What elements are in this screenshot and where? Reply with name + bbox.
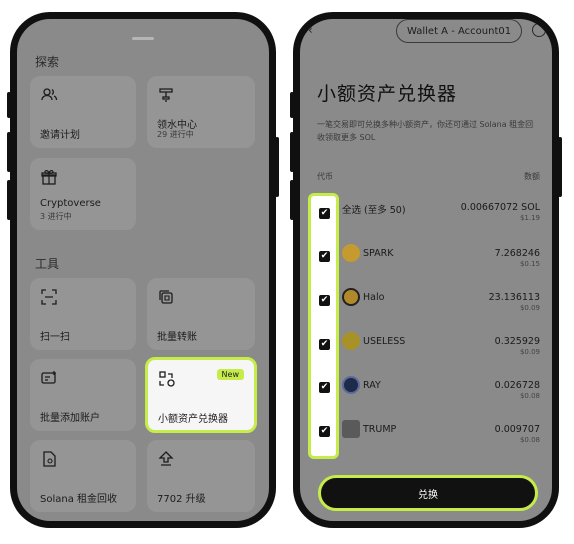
side-button [558,137,562,197]
side-button [290,132,294,172]
upgrade-icon [158,451,174,466]
page-description: 一笔交易即可兑换多种小额资产，你还可通过 Solana 租金回收领取更多 SOL [317,120,534,142]
token-amount: 0.026728 [494,380,540,391]
add-account-icon [41,371,56,384]
tools-section-title: 工具 [35,257,60,271]
left-phone: 探索 邀请计划 领水中心 29 进行中 Cryptoverse 3 进行中 工具… [7,12,279,528]
token-amount: 7.268246 [494,248,540,259]
right-screen: ‹ Wallet A - Account01 小额资产兑换器 一笔交易即可兑换多… [300,19,552,521]
side-button [7,180,11,220]
spark-logo-icon [342,244,360,262]
info-icon[interactable] [532,23,546,37]
solana-rent-reclaim-card[interactable]: Solana 租金回收 [30,440,136,512]
card-subtitle: 29 进行中 [157,130,194,139]
gift-icon [41,170,57,185]
token-row[interactable]: USELESS 0.325929 $0.09 [308,332,540,380]
token-usd: $0.08 [519,436,540,444]
explore-section-title: 探索 [35,55,60,69]
side-button [275,137,279,197]
batch-add-account-card[interactable]: 批量添加账户 [30,359,136,431]
token-amount: 0.325929 [494,336,540,347]
card-title: 7702 升级 [157,494,206,505]
token-usd: $0.08 [519,392,540,400]
new-badge: New [216,369,244,380]
token-name: 全选 (至多 50) [342,205,406,216]
card-title: 批量添加账户 [40,413,100,424]
faucet-center-card[interactable]: 领水中心 29 进行中 [147,76,255,148]
token-amount: 0.009707 [494,424,540,435]
card-title: 小额资产兑换器 [158,414,228,425]
token-usd: $0.15 [519,260,540,268]
card-title: Solana 租金回收 [40,494,118,505]
invite-plan-card[interactable]: 邀请计划 [30,76,136,148]
page-title: 小额资产兑换器 [317,83,458,105]
small-asset-swapper-card[interactable]: New 小额资产兑换器 [145,357,257,433]
sheet-handle[interactable] [132,37,154,40]
side-button [7,132,11,172]
token-name: USELESS [363,336,406,347]
card-title: Cryptoverse [40,198,101,209]
token-column-header: 代币 [317,172,333,181]
users-icon [41,88,58,101]
token-name: Halo [363,292,385,303]
wallet-selector[interactable]: Wallet A - Account01 [396,19,523,43]
token-usd: $0.09 [519,348,540,356]
token-amount: 23.136113 [488,292,540,303]
back-icon[interactable]: ‹ [308,23,313,37]
asset-swap-icon [159,371,175,387]
cryptoverse-card[interactable]: Cryptoverse 3 进行中 [30,158,136,230]
token-row-select-all[interactable]: 全选 (至多 50) 0.00667072 SOL $1.19 [308,202,540,246]
upgrade-7702-card[interactable]: 7702 升级 [147,440,255,512]
side-button [7,92,11,118]
token-row[interactable]: SPARK 7.268246 $0.15 [308,244,540,292]
batch-transfer-card[interactable]: 批量转账 [147,278,255,350]
trump-logo-icon [342,420,360,438]
ray-logo-icon [342,376,360,394]
token-row[interactable]: TRUMP 0.009707 $0.08 [308,420,540,468]
token-row[interactable]: RAY 0.026728 $0.08 [308,376,540,424]
batch-transfer-icon [159,290,173,304]
card-subtitle: 3 进行中 [40,212,72,221]
swap-button[interactable]: 兑换 [318,475,538,511]
token-usd: $0.09 [519,304,540,312]
token-usd: $1.19 [519,214,540,222]
wallet-label: Wallet A - Account01 [407,25,512,37]
scan-card[interactable]: 扫一扫 [30,278,136,350]
card-title: 批量转账 [157,332,197,343]
token-name: SPARK [363,248,394,259]
card-title: 扫一扫 [40,332,70,343]
side-button [290,180,294,220]
card-title: 邀请计划 [40,130,80,141]
left-screen: 探索 邀请计划 领水中心 29 进行中 Cryptoverse 3 进行中 工具… [17,19,269,521]
faucet-icon [159,88,173,102]
token-name: RAY [363,380,381,391]
token-name: TRUMP [363,424,397,435]
side-button [290,92,294,118]
document-icon [43,451,56,467]
amount-column-header: 数额 [524,172,540,181]
useless-logo-icon [342,332,360,350]
token-row[interactable]: Halo 23.136113 $0.09 [308,288,540,336]
right-phone: ‹ Wallet A - Account01 小额资产兑换器 一笔交易即可兑换多… [290,12,562,528]
scan-icon [41,289,57,305]
token-amount: 0.00667072 SOL [460,202,540,213]
halo-logo-icon [342,288,360,306]
